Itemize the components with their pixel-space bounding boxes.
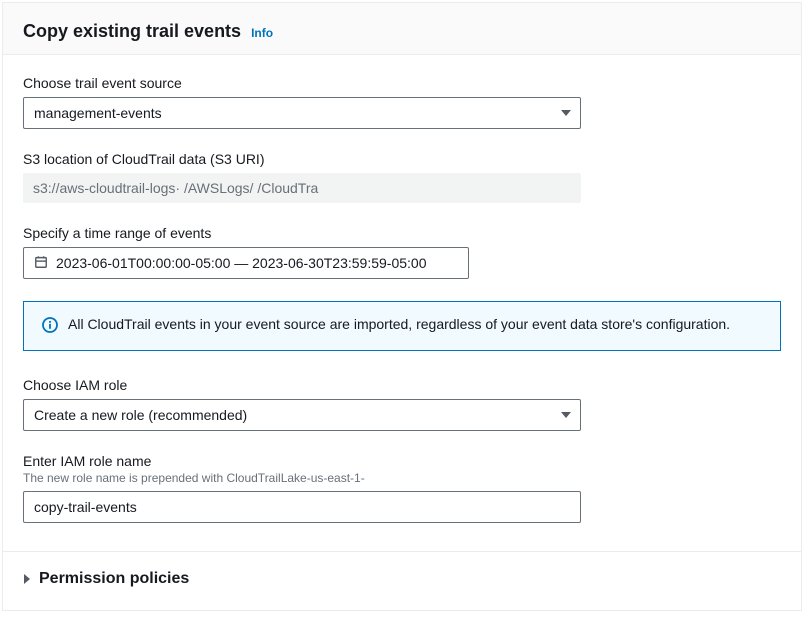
info-icon: [42, 317, 58, 336]
s3-location-value: s3://aws-cloudtrail-logs· /AWSLogs/ /Clo…: [23, 173, 581, 203]
permission-policies-title: Permission policies: [39, 570, 189, 588]
label-s3-location: S3 location of CloudTrail data (S3 URI): [23, 151, 781, 167]
permission-policies-toggle[interactable]: Permission policies: [23, 570, 781, 590]
date-range-picker[interactable]: 2023-06-01T00:00:00-05:00 — 2023-06-30T2…: [23, 247, 469, 279]
select-trail-source-value: management-events: [34, 105, 162, 121]
info-alert: All CloudTrail events in your event sour…: [23, 301, 781, 351]
panel-title: Copy existing trail events: [23, 21, 241, 42]
label-trail-source: Choose trail event source: [23, 75, 781, 91]
info-alert-text: All CloudTrail events in your event sour…: [68, 316, 730, 332]
label-time-range: Specify a time range of events: [23, 225, 781, 241]
label-iam-role: Choose IAM role: [23, 377, 781, 393]
input-iam-role-name[interactable]: [23, 491, 581, 523]
panel-header: Copy existing trail events Info: [3, 3, 801, 55]
date-range-value: 2023-06-01T00:00:00-05:00 — 2023-06-30T2…: [56, 255, 427, 271]
field-iam-role: Choose IAM role Create a new role (recom…: [23, 377, 781, 431]
calendar-icon: [34, 255, 48, 272]
select-iam-role[interactable]: Create a new role (recommended): [23, 399, 581, 431]
divider: [3, 551, 801, 552]
hint-iam-role-name: The new role name is prepended with Clou…: [23, 471, 781, 485]
label-iam-role-name: Enter IAM role name: [23, 453, 781, 469]
info-link[interactable]: Info: [251, 26, 273, 40]
select-iam-role-value: Create a new role (recommended): [34, 407, 247, 423]
field-iam-role-name: Enter IAM role name The new role name is…: [23, 453, 781, 523]
field-time-range: Specify a time range of events 2023-06-0…: [23, 225, 781, 279]
select-trail-source[interactable]: management-events: [23, 97, 581, 129]
copy-trail-events-panel: Copy existing trail events Info Choose t…: [2, 2, 802, 611]
panel-body: Choose trail event source management-eve…: [3, 55, 801, 610]
caret-right-icon: [23, 571, 31, 587]
field-trail-source: Choose trail event source management-eve…: [23, 75, 781, 129]
field-s3-location: S3 location of CloudTrail data (S3 URI) …: [23, 151, 781, 203]
